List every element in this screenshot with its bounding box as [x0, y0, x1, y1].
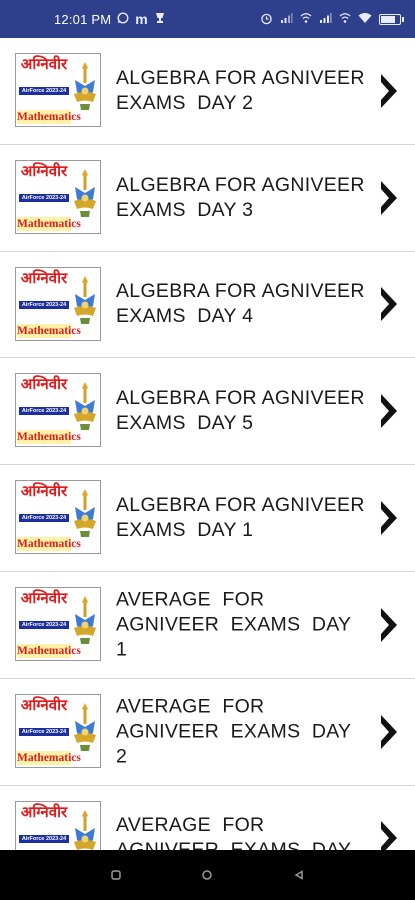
- thumbnail-subject: Mathematics: [17, 537, 81, 552]
- home-icon[interactable]: [195, 863, 219, 887]
- air-force-emblem-icon: [74, 809, 96, 850]
- thumbnail-band: AirForce 2023-24: [19, 407, 69, 416]
- lesson-thumbnail: अग्निवीर AirForce 2023-24 Mathematics: [15, 480, 101, 555]
- signal-icon: [280, 12, 293, 26]
- list-item[interactable]: अग्निवीर AirForce 2023-24 Mathematics AV…: [0, 786, 415, 850]
- thumbnail-band: AirForce 2023-24: [19, 727, 69, 736]
- thumbnail-subject: Mathematics: [17, 643, 81, 658]
- lesson-title: ALGEBRA FOR AGNIVEER EXAMS DAY 2: [116, 66, 371, 114]
- thumbnail-hindi-title: अग्निवीर: [20, 55, 68, 73]
- lesson-thumbnail: अग्निवीर AirForce 2023-24 Mathematics: [15, 800, 101, 850]
- status-right: [260, 12, 404, 27]
- m-icon: m: [135, 11, 148, 27]
- chevron-right-icon[interactable]: [379, 284, 399, 324]
- list-item[interactable]: अग्निवीर AirForce 2023-24 Mathematics AV…: [0, 572, 415, 679]
- thumbnail-hindi-title: अग्निवीर: [20, 268, 68, 287]
- whatsapp-icon: [117, 12, 129, 26]
- status-bar: 12:01 PM m: [0, 0, 415, 38]
- chevron-right-icon[interactable]: [379, 605, 399, 645]
- thumbnail-subject: Mathematics: [17, 430, 81, 445]
- lesson-title: ALGEBRA FOR AGNIVEER EXAMS DAY 3: [116, 173, 371, 221]
- thumbnail-band: AirForce 2023-24: [19, 300, 69, 309]
- list-item[interactable]: अग्निवीर AirForce 2023-24 Mathematics AL…: [0, 145, 415, 252]
- alarm-icon: [260, 12, 273, 27]
- lesson-title: AVERAGE FOR AGNIVEER EXAMS DAY 2: [116, 695, 357, 768]
- thumbnail-subject: Mathematics: [17, 323, 81, 338]
- thumbnail-subject: Mathematics: [17, 750, 81, 765]
- thumbnail-hindi-title: अग्निवीर: [20, 695, 68, 714]
- chevron-right-icon[interactable]: [379, 178, 399, 218]
- lesson-thumbnail: अग्निवीर AirForce 2023-24 Mathematics: [15, 373, 101, 448]
- chevron-right-icon[interactable]: [379, 71, 399, 111]
- thumbnail-band: AirForce 2023-24: [19, 834, 69, 843]
- thumbnail-subject: Mathematics: [17, 216, 81, 231]
- lesson-thumbnail: अग्निवीर AirForce 2023-24 Mathematics: [15, 586, 101, 661]
- thumbnail-hindi-title: अग्निवीर: [20, 482, 68, 501]
- chevron-right-icon[interactable]: [379, 391, 399, 431]
- trophy-icon: [154, 12, 166, 26]
- air-force-emblem-icon: [74, 595, 96, 644]
- wifi-calling-icon-2: [339, 12, 351, 26]
- navigation-bar: [0, 850, 415, 900]
- air-force-emblem-icon: [74, 489, 96, 538]
- thumbnail-hindi-title: अग्निवीर: [20, 802, 68, 821]
- recent-apps-icon[interactable]: [104, 863, 128, 887]
- wifi-calling-icon: [300, 12, 312, 26]
- lesson-title: AVERAGE FOR AGNIVEER EXAMS DAY 1: [116, 588, 357, 661]
- list-item[interactable]: अग्निवीर AirForce 2023-24 Mathematics AV…: [0, 679, 415, 786]
- back-icon[interactable]: [287, 863, 311, 887]
- thumbnail-band: AirForce 2023-24: [19, 87, 69, 95]
- signal-icon-2: [319, 12, 332, 26]
- status-time: 12:01 PM: [54, 11, 112, 27]
- thumbnail-band: AirForce 2023-24: [19, 620, 69, 629]
- air-force-emblem-icon: [74, 275, 96, 324]
- lesson-thumbnail: अग्निवीर AirForce 2023-24 Mathematics: [15, 266, 101, 341]
- thumbnail-band: AirForce 2023-24: [19, 514, 69, 523]
- lesson-thumbnail: अग्निवीर AirForce 2023-24 Mathematics: [15, 159, 101, 234]
- thumbnail-hindi-title: अग्निवीर: [20, 161, 68, 180]
- thumbnail-band: AirForce 2023-24: [19, 193, 69, 202]
- battery-icon: [379, 13, 404, 25]
- air-force-emblem-icon: [74, 702, 96, 751]
- lesson-list[interactable]: अग्निवीर AirForce 2023-24 Mathematics AL…: [0, 38, 415, 850]
- chevron-right-icon[interactable]: [379, 712, 399, 752]
- air-force-emblem-icon: [74, 168, 96, 217]
- chevron-right-icon[interactable]: [379, 498, 399, 538]
- status-left: 12:01 PM m: [54, 12, 166, 27]
- lesson-thumbnail: अग्निवीर AirForce 2023-24 Mathematics: [15, 53, 101, 127]
- air-force-emblem-icon: [74, 382, 96, 431]
- chevron-right-icon[interactable]: [379, 818, 399, 850]
- lesson-title: ALGEBRA FOR AGNIVEER EXAMS DAY 5: [116, 387, 371, 435]
- list-item[interactable]: अग्निवीर AirForce 2023-24 Mathematics AL…: [0, 465, 415, 572]
- list-item[interactable]: अग्निवीर AirForce 2023-24 Mathematics AL…: [0, 358, 415, 466]
- lesson-title: ALGEBRA FOR AGNIVEER EXAMS DAY 1: [116, 494, 371, 542]
- thumbnail-hindi-title: अग्निवीर: [20, 588, 68, 607]
- lesson-title: ALGEBRA FOR AGNIVEER EXAMS DAY 4: [116, 280, 371, 328]
- thumbnail-subject: Mathematics: [17, 110, 81, 124]
- thumbnail-hindi-title: अग्निवीर: [20, 375, 68, 394]
- lesson-thumbnail: अग्निवीर AirForce 2023-24 Mathematics: [15, 693, 101, 768]
- lesson-title: AVERAGE FOR AGNIVEER EXAMS DAY: [116, 814, 351, 850]
- list-item[interactable]: अग्निवीर AirForce 2023-24 Mathematics AL…: [0, 252, 415, 359]
- air-force-emblem-icon: [74, 62, 96, 110]
- list-item[interactable]: अग्निवीर AirForce 2023-24 Mathematics AL…: [0, 38, 415, 145]
- wifi-icon: [358, 12, 372, 26]
